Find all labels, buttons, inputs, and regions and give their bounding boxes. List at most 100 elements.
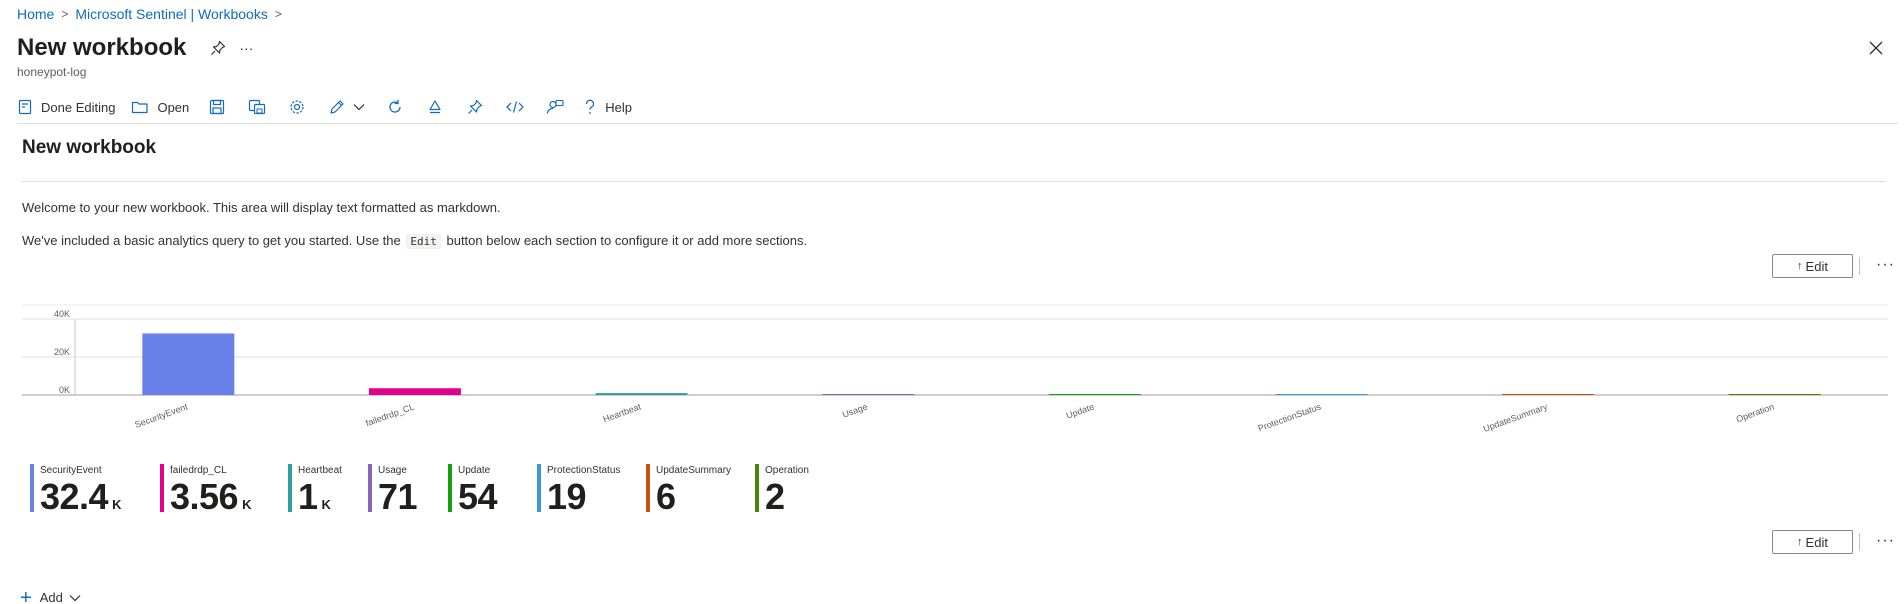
tile-unit: K [321, 497, 331, 512]
tile-unit: K [112, 497, 122, 512]
bar[interactable] [822, 394, 915, 395]
tile-label: Update [458, 465, 491, 476]
recycle-icon[interactable] [423, 95, 447, 119]
bar[interactable] [1502, 394, 1595, 395]
markdown-text: We've included a basic analytics query t… [22, 233, 401, 248]
x-tick-label: ProtectionStatus [1257, 401, 1323, 433]
edit-label: Edit [1805, 258, 1828, 274]
toolbar: Done Editing Open Help [17, 95, 648, 119]
open-label: Open [157, 99, 190, 115]
chevron-right-icon: > [61, 7, 69, 21]
bar[interactable] [595, 393, 688, 395]
chevron-down-icon [69, 594, 81, 601]
chevron-down-icon[interactable] [351, 95, 367, 119]
refresh-icon[interactable] [383, 95, 407, 119]
tile-number: 19 [547, 476, 587, 517]
edit-pencil-icon[interactable] [325, 95, 349, 119]
tile-number: 32.4 [40, 476, 109, 517]
tile-label: Operation [765, 465, 809, 476]
section-more-options-button[interactable]: ··· [1876, 256, 1895, 274]
breadcrumb-home[interactable]: Home [17, 6, 54, 22]
done-editing-label: Done Editing [41, 99, 116, 115]
heading-divider [22, 181, 1886, 182]
tile-color-bar [755, 464, 759, 512]
breadcrumb: Home > Microsoft Sentinel | Workbooks > [17, 6, 289, 22]
code-icon[interactable] [503, 95, 527, 119]
plus-icon: + [20, 586, 32, 604]
tile-value: 6 [656, 476, 676, 518]
tile-label: ProtectionStatus [547, 465, 621, 476]
done-editing-button[interactable]: Done Editing [17, 95, 115, 119]
pin-icon[interactable] [208, 38, 228, 58]
markdown-text: button below each section to configure i… [446, 233, 808, 248]
tile-number: 1 [298, 476, 318, 517]
tile-color-bar [368, 464, 372, 512]
done-editing-icon [18, 99, 32, 115]
markdown-paragraph: We've included a basic analytics query t… [22, 233, 808, 249]
folder-icon [132, 101, 149, 114]
tile-value: 1K [298, 476, 331, 518]
tile-color-bar [537, 464, 541, 512]
x-tick-label: Heartbeat [602, 401, 643, 424]
tile-label: Usage [378, 465, 407, 476]
bar-chart: 0K 20K 40K SecurityEvent failedrdp_CL Heartbe… [22, 304, 1888, 434]
tile-value: 3.56 K [170, 476, 251, 518]
bar[interactable] [368, 388, 461, 395]
breadcrumb-workbooks[interactable]: Microsoft Sentinel | Workbooks [75, 6, 267, 22]
tile-number: 6 [656, 476, 676, 517]
tile-label: Heartbeat [298, 465, 342, 476]
help-button[interactable]: Help [583, 95, 632, 119]
feedback-icon[interactable] [543, 95, 567, 119]
x-tick-label: Update [1065, 401, 1096, 420]
help-question-icon [586, 99, 595, 114]
x-tick-label: SecurityEvent [133, 401, 189, 430]
markdown-paragraph: Welcome to your new workbook. This area … [22, 200, 501, 215]
tile-label: failedrdp_CL [170, 465, 227, 476]
edit-query-section-button[interactable]: ↑ Edit [1772, 530, 1853, 554]
settings-gear-icon[interactable] [285, 95, 309, 119]
add-label: Add [39, 590, 63, 604]
tile-value: 54 [458, 476, 498, 518]
save-icon[interactable] [205, 95, 229, 119]
save-as-icon[interactable] [245, 95, 269, 119]
inline-code: Edit [406, 234, 441, 249]
tile-value: 2 [765, 476, 785, 518]
y-tick-label: 0K [59, 385, 70, 395]
bar[interactable] [1728, 394, 1821, 395]
pin-to-dashboard-icon[interactable] [463, 95, 487, 119]
x-tick-label: UpdateSummary [1482, 401, 1549, 434]
bar[interactable] [142, 333, 235, 395]
x-tick-label: Usage [841, 401, 869, 419]
tile-number: 3.56 [170, 476, 239, 517]
x-tick-label: Operation [1735, 401, 1776, 424]
open-button[interactable]: Open [131, 95, 189, 119]
arrow-up-icon: ↑ [1797, 536, 1803, 548]
page-subtitle: honeypot-log [17, 65, 87, 79]
bar[interactable] [1048, 394, 1141, 395]
tile-label: SecurityEvent [40, 465, 102, 476]
tile-label: UpdateSummary [656, 465, 732, 476]
section-more-options-button[interactable]: ··· [1876, 532, 1895, 550]
edit-label: Edit [1805, 534, 1828, 550]
divider [1859, 257, 1860, 275]
divider [1859, 533, 1860, 551]
tile-number: 54 [458, 476, 498, 517]
y-tick-label: 20K [54, 347, 70, 357]
add-section-button[interactable]: + Add [20, 586, 81, 604]
x-tick-label: failedrdp_CL [364, 401, 415, 428]
toolbar-divider [17, 123, 1898, 124]
edit-text-section-button[interactable]: ↑ Edit [1772, 254, 1853, 278]
tile-color-bar [30, 464, 34, 512]
workbook-heading: New workbook [22, 137, 157, 158]
tile-number: 71 [378, 476, 418, 517]
tile-unit: K [242, 497, 252, 512]
tile-color-bar [160, 464, 164, 512]
close-icon[interactable] [1866, 38, 1886, 58]
bar[interactable] [1275, 394, 1368, 395]
more-options-button[interactable]: ··· [236, 38, 256, 58]
arrow-up-icon: ↑ [1797, 260, 1803, 272]
tile-color-bar [288, 464, 292, 512]
chevron-right-icon: > [274, 7, 282, 21]
tile-value: 71 [378, 476, 418, 518]
tile-value: 32.4 K [40, 476, 121, 518]
